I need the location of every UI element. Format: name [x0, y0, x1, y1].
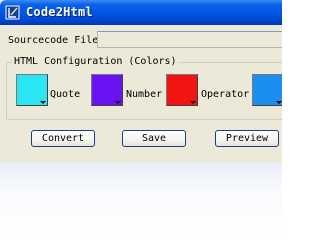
chevron-down-icon [40, 101, 46, 104]
save-button[interactable]: Save [122, 130, 186, 147]
number-color-picker[interactable] [91, 74, 123, 106]
sourcecode-file-label: Sourcecode File: [8, 35, 105, 46]
window-title: Code2Html [26, 5, 93, 19]
title-bar[interactable]: Code2Html [0, 0, 282, 25]
number-color-label: Number [126, 89, 163, 100]
sourcecode-file-input[interactable] [97, 31, 282, 48]
convert-button[interactable]: Convert [31, 130, 95, 147]
quote-color-picker[interactable] [16, 74, 48, 106]
chevron-down-icon [276, 101, 282, 104]
extra-color-picker[interactable] [252, 74, 282, 106]
operator-color-label: Operator [201, 89, 250, 100]
html-configuration-legend: HTML Configuration (Colors) [12, 56, 179, 68]
code2html-window: Code2Html Sourcecode File: HTML Configur… [0, 0, 282, 162]
operator-color-picker[interactable] [166, 74, 198, 106]
chevron-down-icon [190, 101, 196, 104]
window-reflection [0, 162, 282, 239]
quote-color-label: Quote [50, 89, 81, 100]
code-pen-icon [5, 5, 20, 20]
chevron-down-icon [115, 101, 121, 104]
preview-button[interactable]: Preview [215, 130, 279, 147]
screen: Code2Html Sourcecode File: HTML Configur… [0, 0, 282, 239]
